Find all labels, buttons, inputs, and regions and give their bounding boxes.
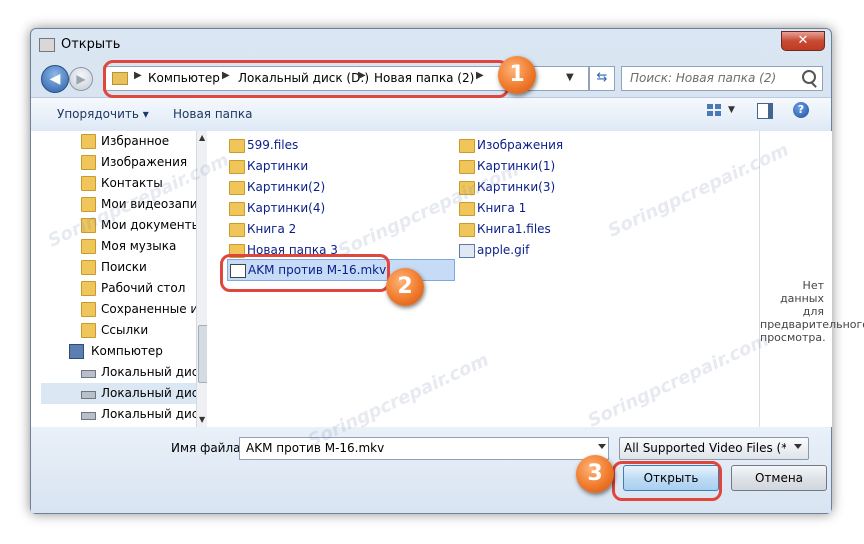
sidebar-item-searches[interactable]: Поиски bbox=[41, 257, 196, 278]
folder-icon bbox=[229, 139, 245, 153]
chevron-down-icon[interactable]: ▼ bbox=[728, 105, 735, 115]
computer-icon bbox=[69, 344, 84, 359]
search-input[interactable]: Поиск: Новая папка (2) bbox=[621, 66, 823, 91]
search-icon[interactable] bbox=[802, 70, 816, 84]
file-label: 599.files bbox=[247, 138, 299, 152]
sidebar-item-label: Изображения bbox=[101, 155, 188, 169]
scroll-down-icon[interactable]: ▼ bbox=[199, 415, 205, 424]
file-label: Книга 1 bbox=[477, 201, 527, 215]
preview-pane-icon[interactable] bbox=[757, 103, 773, 119]
folder-icon bbox=[81, 239, 96, 254]
folder-icon bbox=[81, 134, 96, 149]
drive-icon bbox=[81, 412, 96, 420]
sidebar-item-label: Моя музыка bbox=[101, 239, 177, 253]
address-highlight bbox=[103, 60, 509, 98]
folder-icon bbox=[81, 260, 96, 275]
chevron-down-icon[interactable] bbox=[598, 444, 606, 449]
chevron-down-icon[interactable] bbox=[794, 444, 802, 449]
sidebar-item-drive-c[interactable]: Локальный диск bbox=[41, 362, 196, 383]
folder-icon bbox=[81, 176, 96, 191]
view-options-icon[interactable] bbox=[707, 104, 723, 118]
step-badge-2: 2 bbox=[386, 268, 424, 306]
step-badge-1: 1 bbox=[498, 56, 536, 94]
gif-file-icon bbox=[459, 244, 475, 258]
preview-pane: Нет данных для предварительного просмотр… bbox=[759, 131, 864, 427]
folder-icon bbox=[459, 160, 475, 174]
folder-icon bbox=[229, 202, 245, 216]
sidebar-item-label: Сохраненные игры bbox=[101, 302, 196, 316]
sidebar-item-label: Компьютер bbox=[91, 344, 163, 358]
new-folder-button[interactable]: Новая папка bbox=[173, 107, 252, 121]
drive-icon bbox=[81, 370, 96, 378]
search-placeholder: Поиск: Новая папка (2) bbox=[630, 71, 777, 85]
sidebar-item-desktop[interactable]: Рабочий стол bbox=[41, 278, 196, 299]
close-button[interactable]: ✕ bbox=[781, 31, 825, 51]
sidebar-item-drive-d[interactable]: Локальный диск bbox=[41, 383, 196, 404]
folder-icon bbox=[81, 323, 96, 338]
folder-icon bbox=[81, 281, 96, 296]
sidebar-item-saved-games[interactable]: Сохраненные игры bbox=[41, 299, 196, 320]
dropdown-arrow-icon[interactable]: ▼ bbox=[566, 72, 574, 83]
file-label: Картинки(2) bbox=[247, 180, 326, 194]
title-bar: Открыть ✕ bbox=[31, 29, 831, 59]
scroll-up-icon[interactable]: ▲ bbox=[199, 133, 205, 142]
file-label: Картинки bbox=[247, 159, 309, 173]
sidebar-item-computer[interactable]: Компьютер bbox=[41, 341, 196, 362]
window-title: Открыть bbox=[61, 37, 121, 52]
scrollbar-thumb[interactable] bbox=[198, 325, 207, 383]
folder-icon bbox=[81, 155, 96, 170]
sidebar-item-label: Избранное bbox=[101, 134, 170, 148]
sidebar-item-links[interactable]: Ссылки bbox=[41, 320, 196, 341]
refresh-button[interactable]: ⇆ bbox=[589, 66, 615, 91]
file-label: Изображения bbox=[477, 138, 564, 152]
sidebar-item-label: Рабочий стол bbox=[101, 281, 186, 295]
folder-icon bbox=[459, 139, 475, 153]
help-icon[interactable]: ? bbox=[793, 102, 809, 118]
file-highlight bbox=[220, 254, 390, 292]
forward-button[interactable]: ▶ bbox=[69, 67, 93, 91]
file-label: apple.gif bbox=[477, 243, 530, 257]
file-type-select[interactable]: All Supported Video Files (*.rm; bbox=[619, 437, 809, 460]
step-badge-3: 3 bbox=[576, 455, 614, 493]
sidebar-item-label: Поиски bbox=[101, 260, 147, 274]
drive-icon bbox=[81, 391, 96, 399]
sidebar-item-images[interactable]: Изображения bbox=[41, 152, 196, 173]
folder-icon bbox=[229, 181, 245, 195]
file-label: Картинки(4) bbox=[247, 201, 326, 215]
sidebar-item-label: Локальный диск bbox=[101, 365, 196, 379]
sidebar-item-drive-e[interactable]: Локальный диск bbox=[41, 404, 196, 425]
file-label: Книга1.files bbox=[477, 222, 551, 236]
open-file-dialog: Открыть ✕ ◀ ▶ ▶ Компьютер ▶ Локальный ди… bbox=[30, 28, 864, 514]
back-button[interactable]: ◀ bbox=[41, 65, 69, 93]
folder-icon bbox=[229, 223, 245, 237]
sidebar-item-favorites[interactable]: Избранное bbox=[41, 131, 196, 152]
sidebar-item-label: Локальный диск bbox=[101, 386, 196, 400]
app-icon bbox=[39, 38, 55, 52]
preview-message: Нет данных для предварительного просмотр… bbox=[760, 279, 864, 344]
folder-icon bbox=[459, 223, 475, 237]
file-label: Книга 2 bbox=[247, 222, 297, 236]
organize-button[interactable]: Упорядочить ▾ bbox=[57, 107, 149, 121]
filename-label: Имя файла: bbox=[171, 441, 245, 455]
cancel-button[interactable]: Отмена bbox=[731, 465, 827, 491]
filename-input[interactable]: AKM против M-16.mkv bbox=[239, 437, 609, 460]
sidebar-item-label: Ссылки bbox=[101, 323, 149, 337]
open-button-highlight bbox=[612, 461, 722, 501]
sidebar-item-label: Локальный диск bbox=[101, 407, 196, 421]
folder-icon bbox=[81, 302, 96, 317]
file-type-value: All Supported Video Files (*.rm; bbox=[624, 441, 786, 455]
